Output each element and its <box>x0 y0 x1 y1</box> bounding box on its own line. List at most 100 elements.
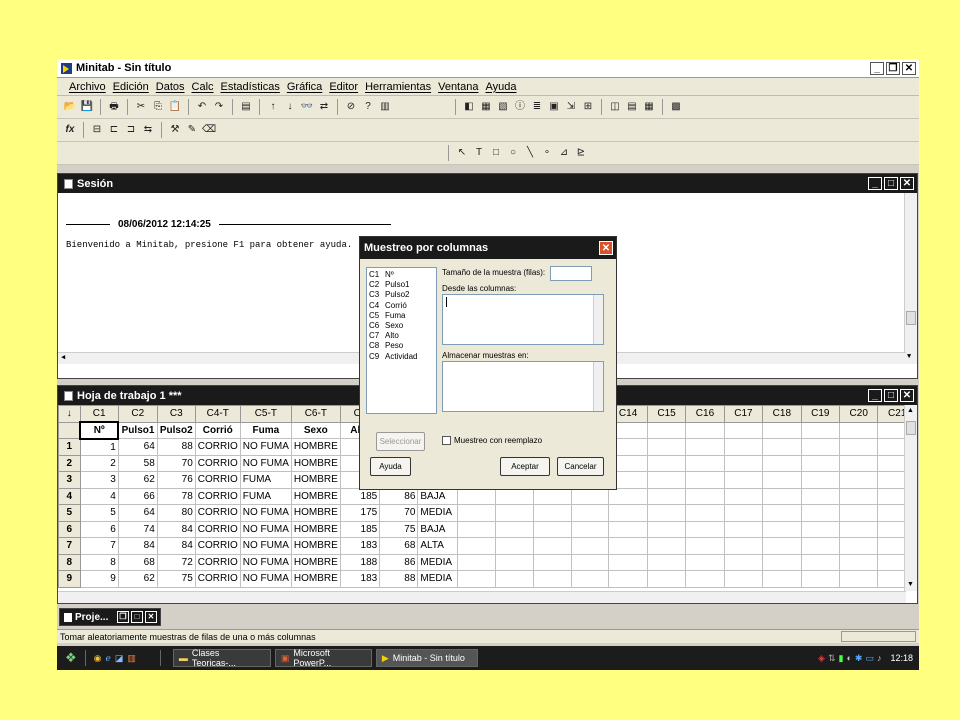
column-name-cell[interactable]: Fuma <box>239 421 292 439</box>
edit-icon[interactable]: ✎ <box>185 123 199 137</box>
data-cell[interactable] <box>646 537 687 555</box>
variable-list[interactable]: C1 Nº C2 Pulso1 C3 Pulso2 C4 Corrió C5 Fuma C6 Sexo… <box>366 267 437 414</box>
data-cell[interactable]: HOMBRE <box>290 487 341 505</box>
data-cell[interactable] <box>685 537 725 555</box>
column-header[interactable]: C17 <box>723 405 764 423</box>
menu-archivo[interactable]: Archivo <box>69 81 106 93</box>
insert-cells-icon[interactable]: ⊟ <box>90 123 104 137</box>
tray-shield-icon[interactable]: ◈ <box>818 653 825 664</box>
taskbar-item-minitab[interactable]: ▶ Minitab - Sin título <box>375 649 478 667</box>
data-cell[interactable]: 72 <box>156 553 196 571</box>
data-cell[interactable] <box>839 438 879 456</box>
data-cell[interactable]: 7 <box>79 537 119 555</box>
column-name-cell[interactable]: Pulso2 <box>156 421 196 439</box>
data-cell[interactable] <box>495 487 534 505</box>
data-cell[interactable] <box>457 487 497 505</box>
project-close-button[interactable]: ✕ <box>145 611 157 623</box>
variable-list-item[interactable]: C1 Nº <box>369 270 434 280</box>
data-cell[interactable]: 66 <box>117 487 158 505</box>
history-icon[interactable]: ≣ <box>530 100 544 114</box>
column-header[interactable]: C20 <box>839 405 879 423</box>
data-cell[interactable]: 183 <box>339 570 381 588</box>
session-vertical-scrollbar[interactable]: ▼ <box>904 193 917 364</box>
line-tool-icon[interactable]: ╲ <box>523 146 537 160</box>
ok-button[interactable]: Aceptar <box>500 457 550 476</box>
data-cell[interactable]: 62 <box>117 471 158 489</box>
data-cell[interactable] <box>762 471 802 489</box>
session-minimize-button[interactable]: _ <box>868 177 882 190</box>
tray-signal-icon[interactable]: ▮ <box>839 653 844 664</box>
data-cell[interactable] <box>723 570 764 588</box>
replacement-checkbox[interactable] <box>442 436 451 445</box>
data-cell[interactable]: 185 <box>339 520 381 538</box>
worksheet-minimize-button[interactable]: _ <box>868 389 882 402</box>
data-cell[interactable]: NO FUMA <box>239 537 292 555</box>
column-name-cell[interactable]: Pulso1 <box>117 421 158 439</box>
data-cell[interactable] <box>685 570 725 588</box>
worksheet-vertical-scrollbar[interactable]: ▲ ▼ <box>904 405 917 591</box>
data-cell[interactable]: 175 <box>339 504 381 522</box>
start-button-icon[interactable]: ❖ <box>65 650 77 666</box>
session-maximize-button[interactable]: □ <box>884 177 898 190</box>
session-close-button[interactable]: ✕ <box>900 177 914 190</box>
data-cell[interactable] <box>762 438 802 456</box>
project-restore-button[interactable]: ❐ <box>117 611 129 623</box>
data-cell[interactable]: NO FUMA <box>239 504 292 522</box>
data-cell[interactable]: 6 <box>79 520 119 538</box>
data-cell[interactable]: 88 <box>156 438 196 456</box>
column-name-cell[interactable] <box>646 421 687 439</box>
data-cell[interactable]: 86 <box>379 487 419 505</box>
data-cell[interactable] <box>570 553 610 571</box>
column-header[interactable]: C15 <box>646 405 687 423</box>
data-cell[interactable] <box>457 504 497 522</box>
data-cell[interactable] <box>495 520 534 538</box>
column-name-cell[interactable] <box>762 421 802 439</box>
column-name-cell[interactable]: Nº <box>79 421 120 440</box>
cancel-icon[interactable]: ⊘ <box>344 100 358 114</box>
data-cell[interactable]: HOMBRE <box>290 520 341 538</box>
paste-icon[interactable]: 📋 <box>168 100 182 114</box>
data-cell[interactable]: 2 <box>79 454 119 472</box>
menu-ventana[interactable]: Ventana <box>438 81 478 93</box>
data-cell[interactable]: CORRIO <box>194 537 241 555</box>
data-cell[interactable]: NO FUMA <box>239 570 292 588</box>
data-cell[interactable]: MEDIA <box>417 504 459 522</box>
rectangle-tool-icon[interactable]: □ <box>489 146 503 160</box>
data-cell[interactable]: 76 <box>156 471 196 489</box>
data-cell[interactable]: HOMBRE <box>290 504 341 522</box>
data-cell[interactable]: NO FUMA <box>239 520 292 538</box>
data-cell[interactable] <box>800 537 841 555</box>
column-name-cell[interactable] <box>839 421 879 439</box>
data-cell[interactable] <box>685 553 725 571</box>
data-cell[interactable] <box>800 504 841 522</box>
worksheet-scroll-down-icon[interactable]: ▼ <box>907 581 914 588</box>
data-cell[interactable]: CORRIO <box>194 487 241 505</box>
column-header[interactable]: C4-T <box>194 405 241 423</box>
data-cell[interactable] <box>608 537 648 555</box>
data-cell[interactable] <box>762 537 802 555</box>
session-folder-icon[interactable]: ◧ <box>462 100 476 114</box>
session-scroll-thumb[interactable] <box>906 311 916 325</box>
data-cell[interactable]: HOMBRE <box>290 471 341 489</box>
variable-list-item[interactable]: C7 Alto <box>369 331 434 341</box>
data-cell[interactable] <box>723 520 764 538</box>
column-header[interactable]: C18 <box>762 405 802 423</box>
data-cell[interactable] <box>646 471 687 489</box>
menu-grafica[interactable]: Gráfica <box>287 81 322 93</box>
store-samples-input[interactable] <box>442 361 604 412</box>
tray-monitor-icon[interactable]: ▭ <box>865 653 874 664</box>
data-cell[interactable]: HOMBRE <box>290 454 341 472</box>
dot-tool-icon[interactable]: ∘ <box>540 146 554 160</box>
data-cell[interactable] <box>762 504 802 522</box>
project-manager-minimized[interactable]: Proje... ❐ □ ✕ <box>59 608 161 626</box>
tray-bluetooth-icon[interactable]: ✱ <box>855 653 863 664</box>
data-cell[interactable] <box>570 520 610 538</box>
data-cell[interactable] <box>800 487 841 505</box>
data-cell[interactable] <box>608 504 648 522</box>
move-columns-icon[interactable]: ⇆ <box>141 123 155 137</box>
menu-calc[interactable]: Calc <box>192 81 214 93</box>
data-cell[interactable] <box>723 504 764 522</box>
worksheet-horizontal-scrollbar[interactable] <box>58 591 906 603</box>
undo-icon[interactable]: ↶ <box>195 100 209 114</box>
data-cell[interactable] <box>839 537 879 555</box>
